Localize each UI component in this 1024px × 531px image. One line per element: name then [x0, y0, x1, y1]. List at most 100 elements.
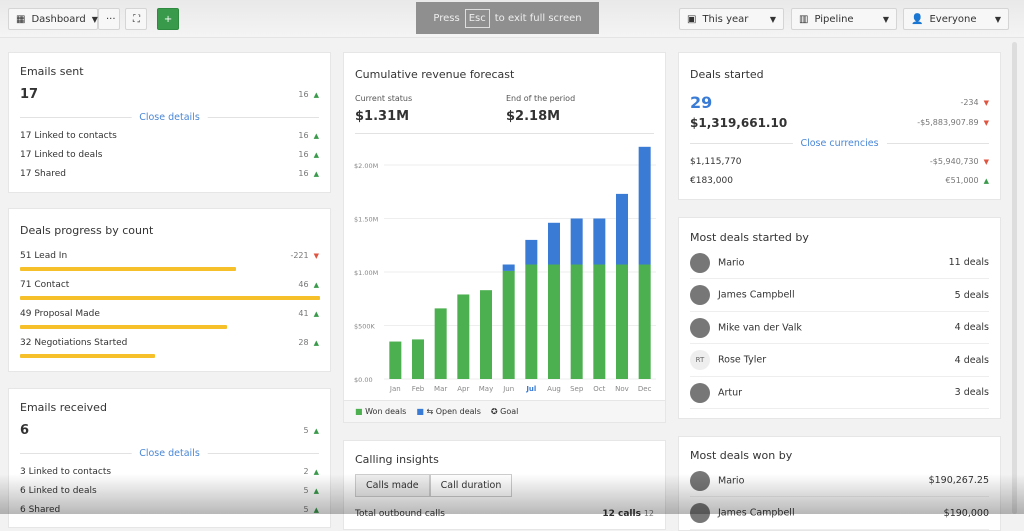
legend-open[interactable]: ■ ⇆ Open deals [416, 407, 481, 416]
x-tick-label: Nov [615, 385, 629, 393]
person-row[interactable]: James Campbell 5 deals [690, 280, 989, 312]
y-tick-label: $2.00M [354, 162, 378, 170]
detail-row: $1,115,770 -$5,940,730 ▼ [690, 157, 989, 167]
person-row[interactable]: Artur 3 deals [690, 377, 989, 410]
avatar: RT [690, 350, 710, 371]
revenue-chart: $0.00 $500K $1.00M $1.50M $2.00M Jan Feb Mar Apr… [354, 146, 656, 393]
deals-started-card: Deals started 29 -234 ▼ $1,319,661.10 -$5,8… [678, 52, 1001, 200]
calling-insights-card: Calling insights Calls made Call duration… [343, 440, 666, 530]
calendar-icon: ▣ [687, 13, 697, 25]
bar-won-sep[interactable] [570, 264, 583, 379]
legend-goal[interactable]: ✪ Goal [491, 407, 518, 416]
up-arrow-icon: ▲ [313, 468, 319, 476]
up-arrow-icon: ▲ [313, 90, 319, 99]
legend-won[interactable]: ■ Won deals [355, 407, 406, 416]
user-dropdown[interactable]: 👤 Everyone ▼ [903, 8, 1009, 30]
bar-won-may[interactable] [480, 290, 492, 379]
pipeline-dropdown[interactable]: ▥ Pipeline ▼ [791, 8, 897, 30]
up-arrow-icon: ▲ [983, 177, 989, 185]
deals-icon: ⇆ [426, 407, 434, 416]
emails-received-card: Emails received 6 5 ▲ Close details 3 Link… [8, 388, 331, 528]
most-deals-started-card: Most deals started by Mario 11 deals James… [678, 217, 1001, 419]
close-currencies-link[interactable]: Close currencies [792, 137, 887, 149]
bar-open-jul[interactable] [525, 239, 538, 265]
dashboard-icon: ▦ [16, 13, 26, 25]
fullscreen-button[interactable]: ⛶ [125, 8, 147, 30]
up-arrow-icon: ▲ [313, 281, 319, 289]
bar-open-dec[interactable] [638, 146, 651, 265]
detail-row: €183,000 €51,000 ▲ [690, 176, 989, 186]
bar-open-oct[interactable] [593, 218, 606, 265]
x-tick-label: Mar [434, 385, 447, 393]
deals-progress-card: Deals progress by count 51 Lead In -221 ▼ 7… [8, 208, 331, 372]
progress-row[interactable]: 49 Proposal Made 41 ▲ [20, 309, 319, 319]
progress-bar [20, 354, 155, 358]
up-arrow-icon: ▲ [313, 151, 319, 159]
person-row[interactable]: Mario $190,267.25 [690, 465, 989, 497]
chevron-down-icon: ▼ [994, 14, 1001, 24]
fullscreen-toast: Press Esc to exit full screen [416, 2, 599, 34]
bar-won-feb[interactable] [412, 339, 424, 379]
progress-row[interactable]: 32 Negotiations Started 28 ▲ [20, 338, 319, 348]
bar-won-jun[interactable] [502, 270, 515, 379]
avatar [690, 252, 710, 273]
bar-won-dec[interactable] [638, 264, 651, 379]
chart-legend: ■ Won deals ■ ⇆ Open deals ✪ Goal [344, 400, 665, 422]
detail-row: 17 Shared 16 ▲ [20, 169, 319, 179]
up-arrow-icon: ▲ [313, 426, 319, 435]
up-arrow-icon: ▲ [313, 132, 319, 140]
bar-won-jan[interactable] [389, 341, 402, 379]
bar-won-aug[interactable] [548, 264, 560, 379]
x-tick-label: May [479, 385, 493, 393]
x-tick-label: Jan [389, 385, 401, 393]
avatar [690, 285, 710, 306]
detail-row: 17 Linked to deals 16 ▲ [20, 150, 319, 160]
revenue-forecast-card: Cumulative revenue forecast Current stat… [343, 52, 666, 423]
chevron-down-icon: ▼ [769, 14, 776, 24]
bar-open-nov[interactable] [616, 193, 628, 265]
progress-row[interactable]: 51 Lead In -221 ▼ [20, 251, 319, 261]
x-tick-label: Apr [457, 385, 469, 393]
add-button[interactable]: + [157, 8, 179, 30]
goal-icon: ✪ [490, 407, 498, 416]
period-dropdown[interactable]: ▣ This year ▼ [679, 8, 784, 30]
up-arrow-icon: ▲ [313, 487, 319, 495]
progress-bar [20, 296, 320, 300]
progress-row[interactable]: 71 Contact 46 ▲ [20, 280, 319, 290]
close-details-link[interactable]: Close details [131, 111, 208, 123]
bar-open-jun[interactable] [502, 264, 515, 271]
bar-won-nov[interactable] [616, 264, 628, 379]
bar-won-jul[interactable] [525, 264, 538, 379]
up-arrow-icon: ▲ [313, 506, 319, 514]
scrollbar[interactable] [1012, 42, 1017, 514]
avatar [690, 503, 710, 524]
tab-call-duration[interactable]: Call duration [429, 474, 513, 497]
avatar [690, 317, 710, 338]
bar-open-sep[interactable] [570, 218, 583, 265]
bar-won-mar[interactable] [434, 308, 447, 379]
person-row[interactable]: RT Rose Tyler 4 deals [690, 345, 989, 377]
y-tick-label: $500K [354, 323, 376, 331]
down-arrow-icon: ▼ [983, 158, 989, 166]
detail-row: 6 Linked to deals 5 ▲ [20, 486, 319, 496]
detail-row: 3 Linked to contacts 2 ▲ [20, 467, 319, 477]
pipeline-icon: ▥ [799, 13, 809, 25]
tab-calls-made[interactable]: Calls made [355, 474, 430, 497]
detail-row: 17 Linked to contacts 16 ▲ [20, 131, 319, 141]
x-tick-label: Feb [412, 385, 425, 393]
bar-open-aug[interactable] [548, 222, 560, 265]
x-tick-label: Jul [525, 385, 536, 393]
up-arrow-icon: ▲ [313, 339, 319, 347]
dashboard-dropdown[interactable]: ▦ Dashboard ▼ [8, 8, 98, 30]
up-arrow-icon: ▲ [313, 170, 319, 178]
down-arrow-icon: ▼ [983, 119, 989, 127]
bar-won-apr[interactable] [457, 294, 470, 379]
up-arrow-icon: ▲ [313, 310, 319, 318]
close-details-link[interactable]: Close details [131, 447, 208, 459]
bar-won-oct[interactable] [593, 264, 606, 379]
avatar [690, 470, 710, 491]
person-row[interactable]: Mike van der Valk 4 deals [690, 312, 989, 345]
y-tick-label: $1.50M [354, 216, 378, 224]
person-row[interactable]: Mario 11 deals [690, 247, 989, 279]
more-button[interactable]: ··· [98, 8, 120, 30]
